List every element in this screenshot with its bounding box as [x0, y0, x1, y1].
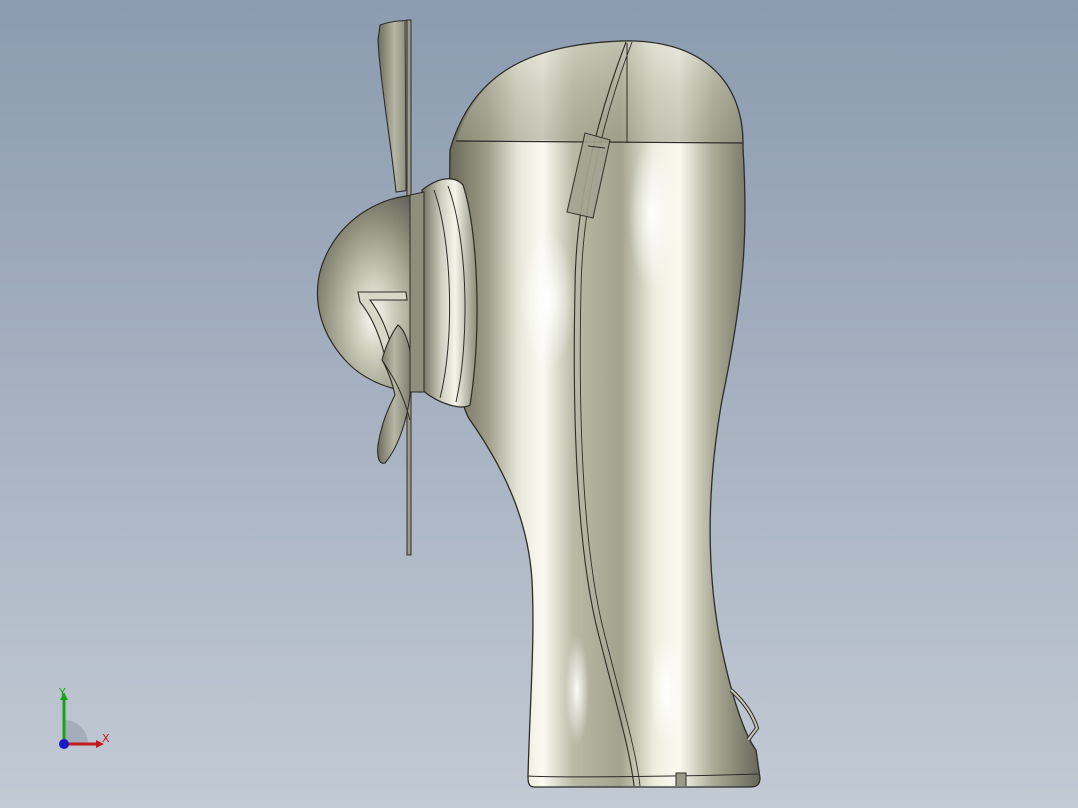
highlight-lower-left: [565, 635, 589, 745]
graphics-viewport[interactable]: Y X: [0, 0, 1078, 808]
hub-axle: [409, 191, 425, 393]
highlight-upper-right: [628, 140, 676, 290]
body-top-cap: [457, 41, 742, 142]
highlight-lower-right: [650, 635, 682, 745]
triad-x-label: X: [102, 732, 110, 745]
coordinate-triad: Y X: [50, 686, 120, 756]
fan-model-3d-view[interactable]: [0, 0, 1078, 808]
triad-y-label: Y: [59, 686, 66, 699]
base-notch: [675, 772, 687, 786]
highlight-mid-left: [520, 230, 576, 370]
